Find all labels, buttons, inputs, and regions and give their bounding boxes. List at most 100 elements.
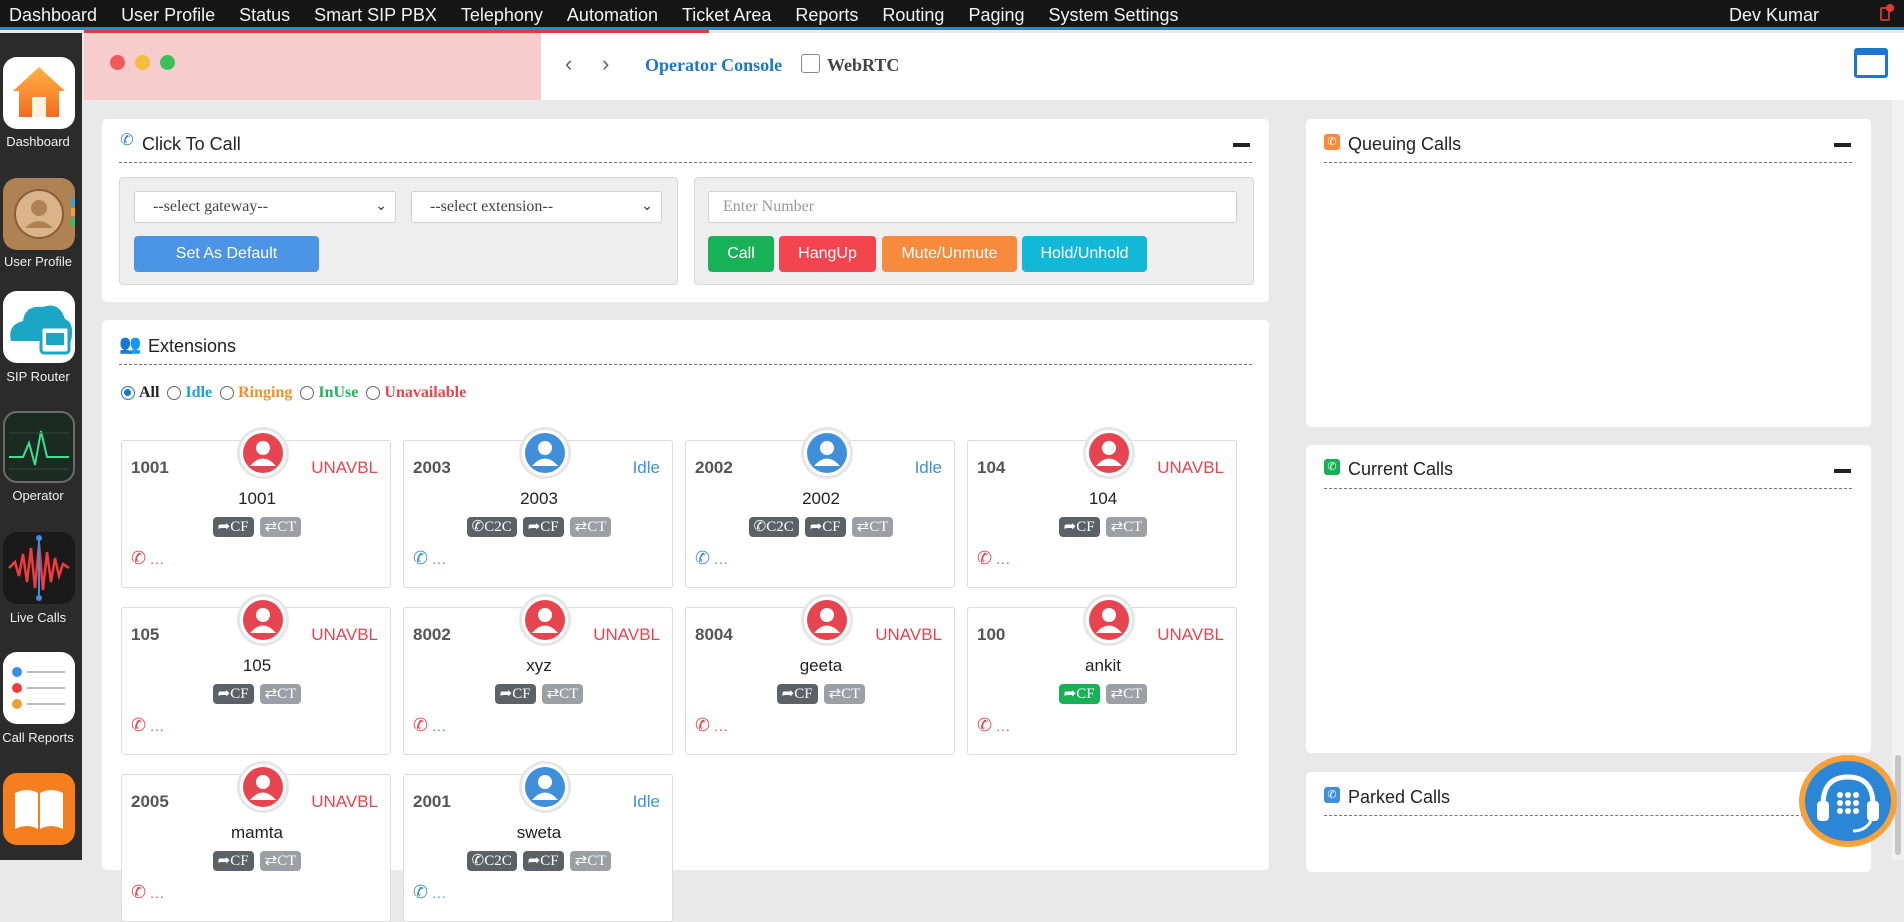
filter-ringing-radio[interactable] <box>220 386 235 400</box>
minimize-window-button[interactable] <box>135 55 150 70</box>
menu-item-dashboard[interactable]: Dashboard <box>0 5 112 26</box>
dock-label-dashboard: Dashboard <box>6 134 70 149</box>
tag-cf[interactable]: ➦CF <box>494 684 536 704</box>
extension-card[interactable]: 104 UNAVBL 104 ➦CF ⇄CT ✆... <box>967 427 1237 588</box>
tag-cf[interactable]: ➦CF <box>804 517 846 537</box>
tag-cf[interactable]: ➦CF <box>776 684 818 704</box>
hold-unhold-button[interactable]: Hold/Unhold <box>1022 236 1147 272</box>
tag-cf[interactable]: ➦CF <box>212 517 254 537</box>
tag-ct[interactable]: ⇄CT <box>1105 517 1148 537</box>
extension-tags: ➦CF ⇄CT <box>404 684 674 704</box>
menu-item-smart-sip-pbx[interactable]: Smart SIP PBX <box>305 5 452 26</box>
tag-cf[interactable]: ➦CF <box>212 851 254 871</box>
number-input[interactable]: Enter Number <box>708 191 1237 223</box>
extension-card[interactable]: 105 UNAVBL 105 ➦CF ⇄CT ✆... <box>121 594 391 755</box>
extension-call-row[interactable]: ✆... <box>131 715 165 736</box>
collapse-click-to-call-button[interactable] <box>1233 143 1250 147</box>
support-chat-button[interactable] <box>1799 755 1897 847</box>
extension-card[interactable]: 2005 UNAVBL mamta ➦CF ⇄CT ✆... <box>121 761 391 922</box>
extension-call-row[interactable]: ✆... <box>695 715 729 736</box>
tag-glyph: ⇄ <box>574 519 588 535</box>
filter-idle-radio[interactable] <box>167 386 182 400</box>
collapse-queuing-calls-button[interactable] <box>1834 143 1851 147</box>
gateway-select[interactable]: --select gateway-- ⌄ <box>134 191 396 223</box>
extensions-title: Extensions <box>148 336 237 356</box>
tag-ct[interactable]: ⇄CT <box>569 851 612 871</box>
tag-ct[interactable]: ⇄CT <box>851 517 894 537</box>
extension-card[interactable]: 8002 UNAVBL xyz ➦CF ⇄CT ✆... <box>403 594 674 755</box>
window-icon[interactable] <box>1854 48 1888 78</box>
tag-cf[interactable]: ➦CF <box>212 684 254 704</box>
filter-inuse-radio[interactable] <box>300 386 315 400</box>
tag-label: CT <box>1123 519 1143 535</box>
close-window-button[interactable] <box>110 55 125 70</box>
menu-item-paging[interactable]: Paging <box>959 5 1039 26</box>
menu-item-user-profile[interactable]: User Profile <box>112 5 230 26</box>
tag-ct[interactable]: ⇄CT <box>259 684 302 704</box>
extension-call-row[interactable]: ✆... <box>695 548 729 569</box>
tag-c2c[interactable]: ✆C2C <box>748 517 799 537</box>
tag-ct[interactable]: ⇄CT <box>541 684 584 704</box>
menu-item-reports[interactable]: Reports <box>786 5 873 26</box>
tag-ct[interactable]: ⇄CT <box>569 517 612 537</box>
tag-label: CT <box>1123 686 1143 702</box>
tag-cf[interactable]: ➦CF <box>1058 684 1100 704</box>
tag-label: CT <box>869 519 889 535</box>
extension-call-row[interactable]: ✆... <box>131 548 165 569</box>
tag-cf[interactable]: ➦CF <box>522 851 564 871</box>
tag-glyph: ➦ <box>499 686 513 702</box>
tag-ct[interactable]: ⇄CT <box>259 517 302 537</box>
filter-unavailable-radio[interactable] <box>366 386 381 400</box>
extension-select[interactable]: --select extension-- ⌄ <box>411 191 662 223</box>
hangup-button[interactable]: HangUp <box>779 236 876 272</box>
maximize-window-button[interactable] <box>160 55 175 70</box>
user-name[interactable]: Dev Kumar <box>1729 5 1819 26</box>
extension-card[interactable]: 2003 Idle 2003 ✆C2C ➦CF ⇄CT ✆... <box>403 427 673 588</box>
phone-icon: ✆ <box>131 715 147 735</box>
collapse-current-calls-button[interactable] <box>1834 469 1851 473</box>
extension-call-row[interactable]: ✆... <box>131 882 165 903</box>
tag-cf[interactable]: ➦CF <box>1058 517 1100 537</box>
extension-call-row[interactable]: ✆... <box>413 715 447 736</box>
extension-card[interactable]: 2001 Idle sweta ✆C2C ➦CF ⇄CT ✆... <box>403 761 673 922</box>
call-button[interactable]: Call <box>708 236 774 272</box>
filter-all-radio[interactable] <box>121 386 135 400</box>
tag-c2c[interactable]: ✆C2C <box>466 851 517 871</box>
menu-item-system-settings[interactable]: System Settings <box>1040 5 1194 26</box>
extension-call-row[interactable]: ✆... <box>977 548 1011 569</box>
extension-card[interactable]: 2002 Idle 2002 ✆C2C ➦CF ⇄CT ✆... <box>685 427 955 588</box>
tag-ct[interactable]: ⇄CT <box>1105 684 1148 704</box>
chevron-left-icon[interactable]: ‹ <box>565 51 572 77</box>
menu-item-ticket-area[interactable]: Ticket Area <box>673 5 786 26</box>
tag-ct[interactable]: ⇄CT <box>259 851 302 871</box>
extension-card[interactable]: 1001 UNAVBL 1001 ➦CF ⇄CT ✆... <box>121 427 391 588</box>
panel-divider <box>1324 162 1852 163</box>
phone-icon: ✆ <box>413 882 429 902</box>
click-to-call-title: Click To Call <box>142 134 241 154</box>
scrollbar[interactable] <box>1892 100 1904 860</box>
menu-item-routing[interactable]: Routing <box>873 5 959 26</box>
menu-item-automation[interactable]: Automation <box>558 5 673 26</box>
tag-ct[interactable]: ⇄CT <box>823 684 866 704</box>
notification-icon[interactable] <box>1880 4 1894 21</box>
extension-card[interactable]: 100 UNAVBL ankit ➦CF ⇄CT ✆... <box>967 594 1237 755</box>
gateway-select-value: --select gateway-- <box>153 198 269 215</box>
menu-item-status[interactable]: Status <box>230 5 305 26</box>
user-avatar-icon <box>801 594 853 646</box>
extension-call-row[interactable]: ✆... <box>413 548 447 569</box>
menu-item-telephony[interactable]: Telephony <box>452 5 558 26</box>
extension-number: 100 <box>977 625 1006 644</box>
mute-unmute-button[interactable]: Mute/Unmute <box>882 236 1017 272</box>
user-avatar-icon <box>237 427 289 479</box>
tag-c2c[interactable]: ✆C2C <box>466 517 517 537</box>
extension-call-row[interactable]: ✆... <box>413 882 447 903</box>
set-as-default-button[interactable]: Set As Default <box>134 236 319 272</box>
tag-glyph: ⇄ <box>828 686 842 702</box>
webrtc-checkbox[interactable] <box>801 54 820 73</box>
extension-card[interactable]: 8004 UNAVBL geeta ➦CF ⇄CT ✆... <box>685 594 955 755</box>
dock-label-call-reports: Call Reports <box>2 730 74 745</box>
tag-cf[interactable]: ➦CF <box>522 517 564 537</box>
user-avatar-icon <box>237 761 289 813</box>
extension-call-row[interactable]: ✆... <box>977 715 1011 736</box>
chevron-right-icon[interactable]: › <box>602 51 609 77</box>
